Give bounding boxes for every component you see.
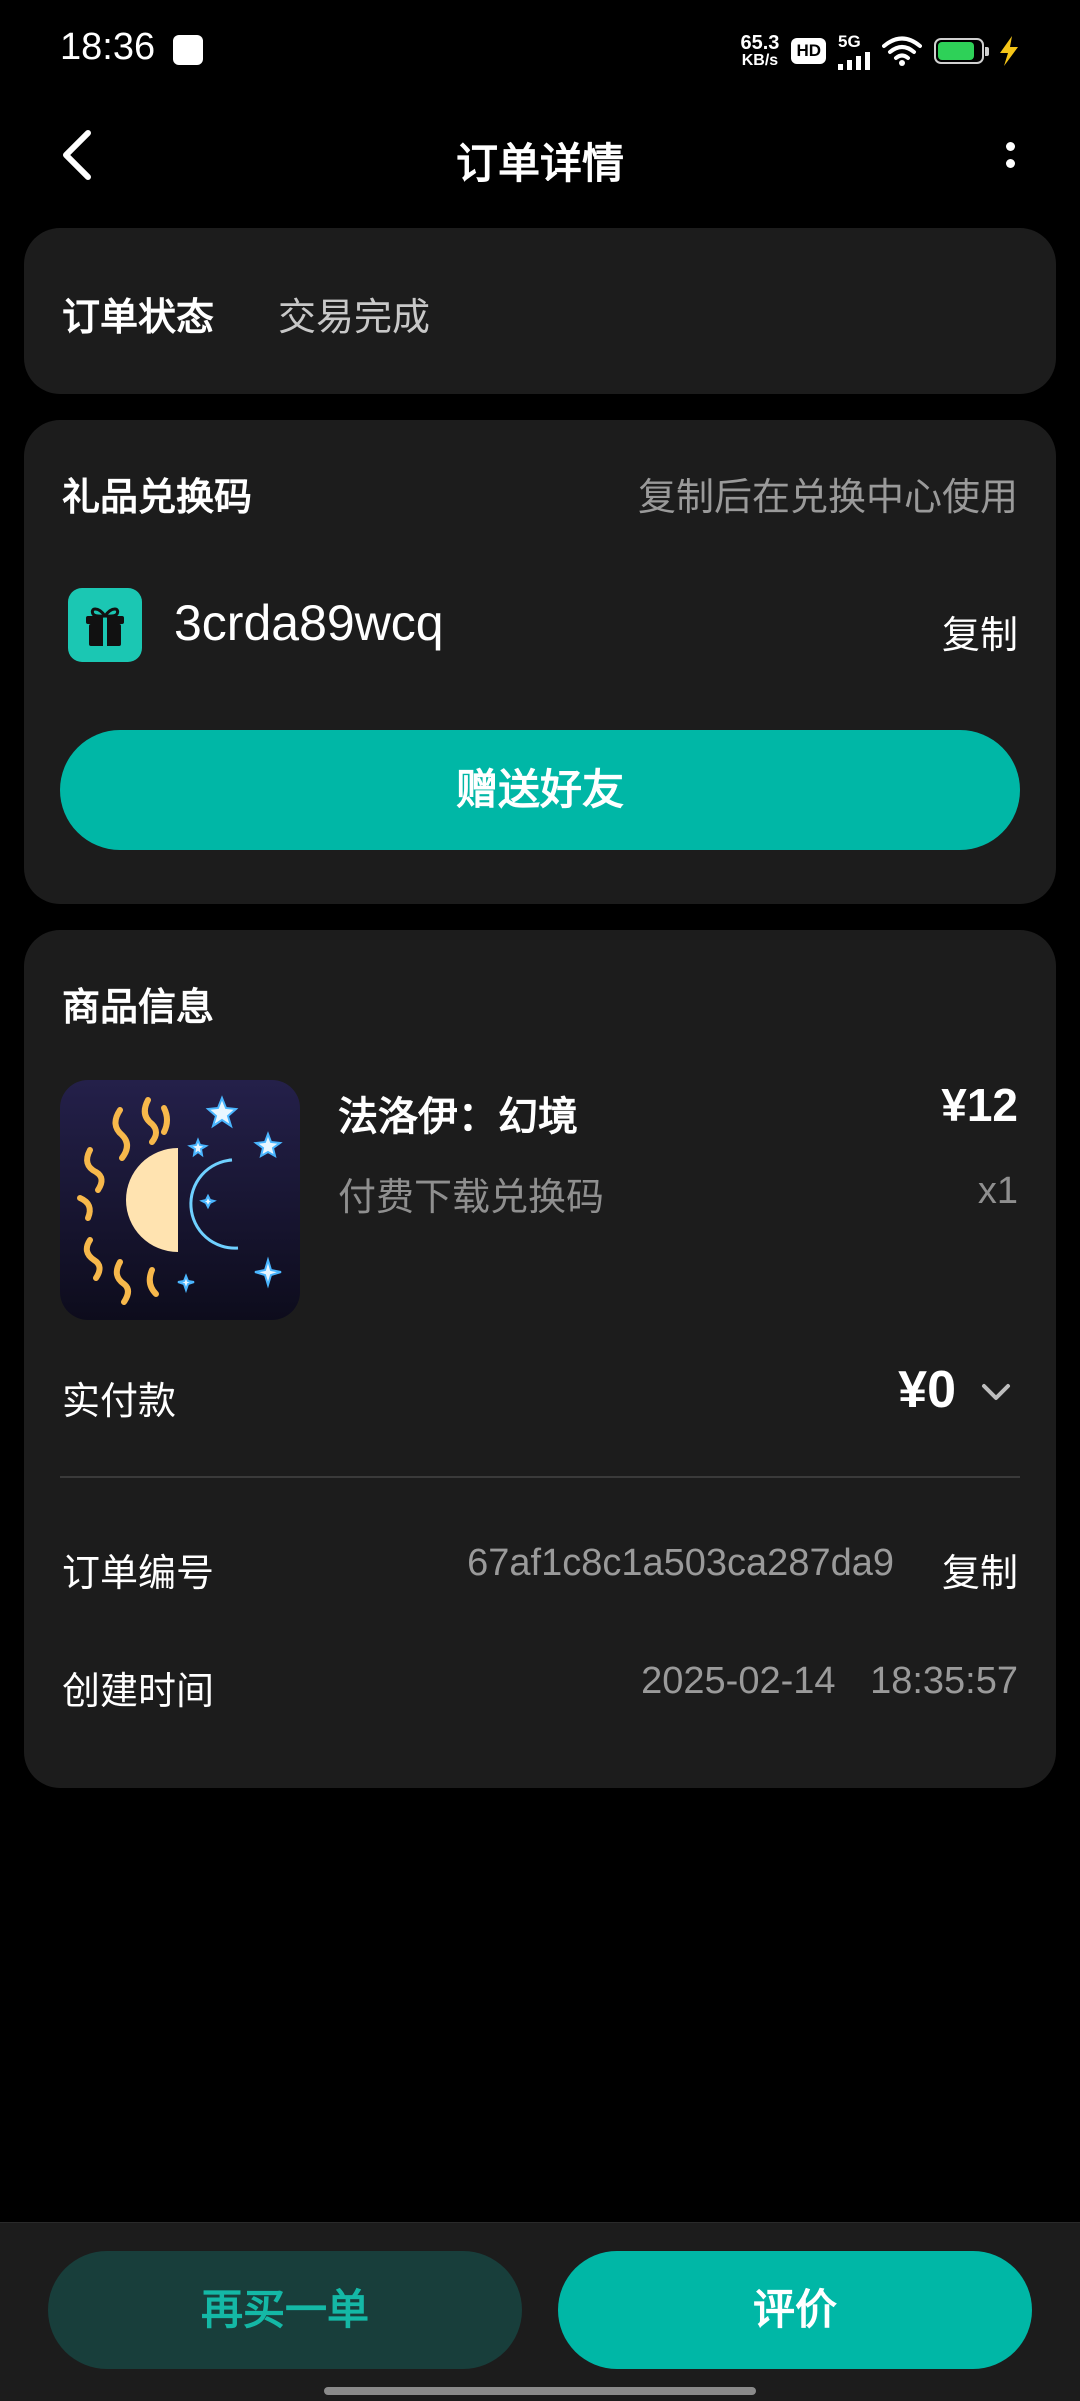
product-price: ¥12 xyxy=(941,1079,1018,1131)
network-speed-value: 65.3 xyxy=(740,32,780,54)
status-indicators: 65.3 KB/s HD 5G xyxy=(741,26,1023,76)
gift-code-value: 3crda89wcq xyxy=(174,595,444,651)
order-status-label: 订单状态 xyxy=(62,295,215,339)
order-number-value: 67af1c8c1a503ca287da9 xyxy=(467,1542,894,1584)
charging-bolt-icon xyxy=(1000,36,1018,66)
bottom-action-bar: 再买一单 评价 xyxy=(0,2222,1080,2401)
product-subtitle: 付费下载兑换码 xyxy=(338,1175,605,1219)
product-info-card: 商品信息 法洛伊：幻境 付费下载兑换码 ¥12 x1 实付款 ¥0 订单编号 6… xyxy=(24,930,1056,1788)
created-time-value: 2025-02-14 18:35:57 xyxy=(641,1660,1018,1702)
order-status-value: 交易完成 xyxy=(278,295,431,339)
gift-code-hint: 复制后在兑换中心使用 xyxy=(637,475,1018,519)
sun-moon-game-icon xyxy=(77,1095,283,1305)
created-time-label: 创建时间 xyxy=(62,1669,215,1713)
send-to-friend-button[interactable]: 赠送好友 xyxy=(60,730,1020,850)
cellular-signal-icon: 5G xyxy=(838,33,870,70)
order-status-card: 订单状态 交易完成 xyxy=(24,228,1056,394)
product-section-title: 商品信息 xyxy=(62,985,215,1029)
battery-icon xyxy=(934,38,989,64)
chevron-down-icon[interactable] xyxy=(976,1378,1016,1408)
amount-paid-label: 实付款 xyxy=(62,1379,177,1423)
review-button[interactable]: 评价 xyxy=(558,2251,1032,2369)
product-quantity: x1 xyxy=(977,1170,1018,1212)
buy-again-button[interactable]: 再买一单 xyxy=(48,2251,522,2369)
status-time: 18:36 xyxy=(60,26,156,68)
more-vertical-icon xyxy=(1005,142,1015,151)
page-title: 订单详情 xyxy=(455,139,624,188)
wifi-icon xyxy=(882,36,922,66)
product-thumbnail[interactable] xyxy=(60,1080,300,1320)
home-indicator[interactable] xyxy=(324,2387,756,2395)
gift-icon xyxy=(68,588,142,662)
copy-order-number-button[interactable]: 复制 xyxy=(942,1542,1018,1597)
product-name[interactable]: 法洛伊：幻境 xyxy=(338,1084,578,1142)
notification-icon xyxy=(173,35,203,65)
app-header: 订单详情 xyxy=(0,110,1080,200)
gift-code-title: 礼品兑换码 xyxy=(62,475,253,519)
network-speed-unit: KB/s xyxy=(741,52,779,69)
network-speed: 65.3 KB/s xyxy=(741,33,780,69)
more-options-button[interactable] xyxy=(980,125,1040,185)
gift-code-card: 礼品兑换码 复制后在兑换中心使用 3crda89wcq 复制 赠送好友 xyxy=(24,420,1056,904)
battery-level xyxy=(938,42,974,60)
divider xyxy=(60,1476,1020,1478)
amount-paid-value[interactable]: ¥0 xyxy=(898,1360,956,1420)
order-number-label: 订单编号 xyxy=(62,1551,215,1595)
status-bar: 18:36 65.3 KB/s HD 5G xyxy=(0,0,1080,100)
hd-icon: HD xyxy=(791,38,826,64)
network-type: 5G xyxy=(838,31,861,51)
copy-gift-code-button[interactable]: 复制 xyxy=(942,604,1018,659)
